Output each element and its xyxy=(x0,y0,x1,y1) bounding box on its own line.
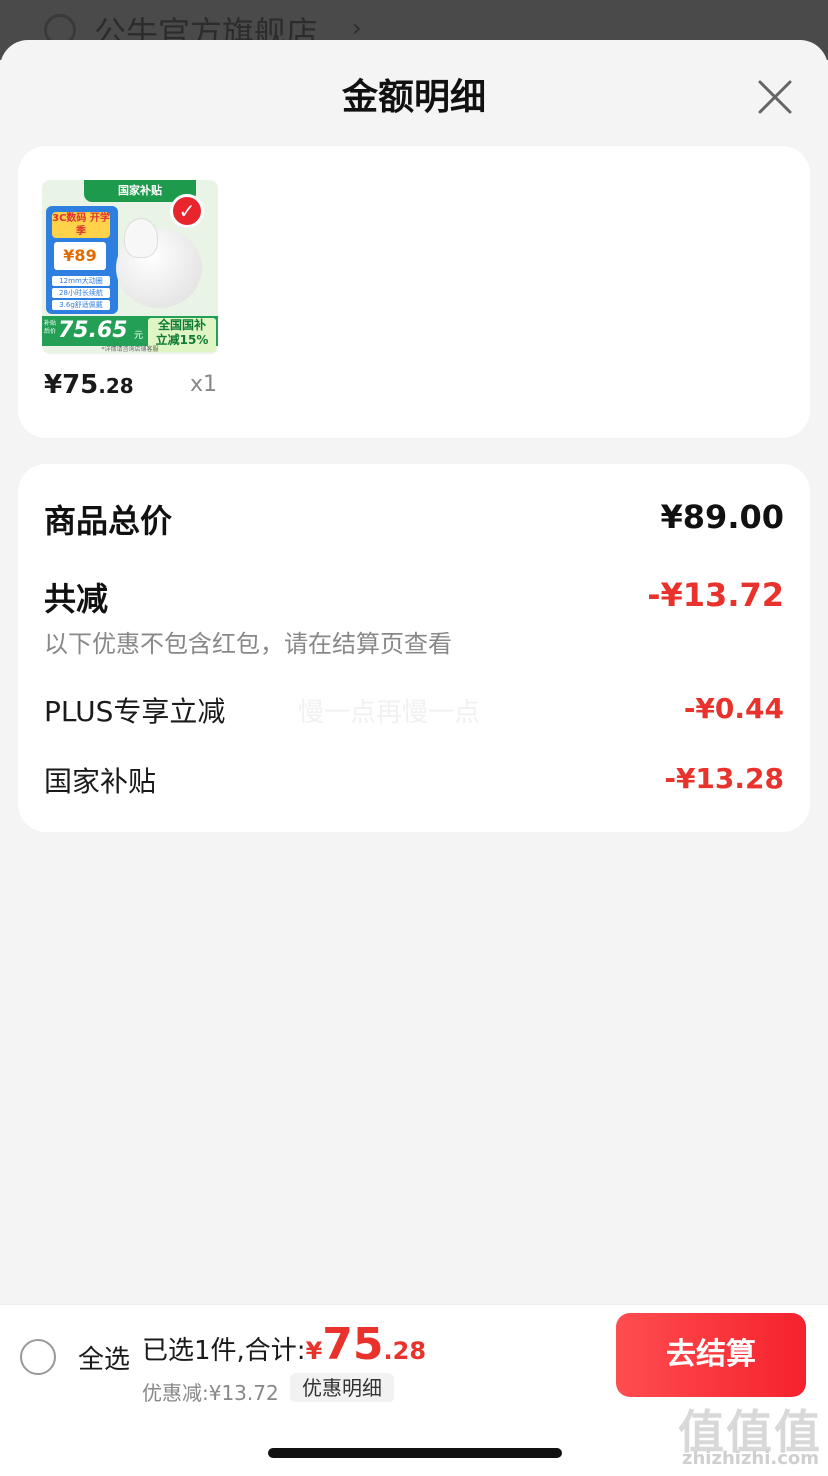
product-image[interactable]: 国家补贴 3C数码 开学季 ¥89 12mm大动圈 28小时长续航 3.6g舒适… xyxy=(42,180,218,354)
select-all-radio[interactable] xyxy=(20,1339,56,1375)
total-summary: 已选1件,合计:¥75.28 xyxy=(142,1319,426,1370)
discount-item-label: PLUS专享立减 xyxy=(44,695,226,728)
total-currency: ¥ xyxy=(305,1337,323,1365)
total-price-label: 商品总价 xyxy=(44,502,173,540)
product-card: 国家补贴 3C数码 开学季 ¥89 12mm大动圈 28小时长续航 3.6g舒适… xyxy=(18,146,810,438)
home-indicator[interactable] xyxy=(268,1448,562,1458)
promo-feature: 12mm大动圈 xyxy=(52,276,110,286)
site-watermark-url: zhizhizhi.com xyxy=(682,1448,820,1469)
subsidy-unit: 元 xyxy=(134,331,144,341)
subsidy-side-label: 补贴后价 xyxy=(44,320,57,335)
earbud-image xyxy=(124,218,158,258)
discount-detail-button[interactable]: 优惠明细 xyxy=(290,1373,394,1403)
product-quantity: x1 xyxy=(190,372,218,397)
total-reduce-label: 共减 xyxy=(44,580,109,618)
product-price: ¥75.28 xyxy=(44,370,134,400)
amount-detail-sheet: 金额明细 国家补贴 3C数码 开学季 ¥89 12mm大动圈 28小时长续航 3… xyxy=(0,40,828,1476)
product-price-main: ¥75 xyxy=(44,370,99,400)
subsidy-price: 75.65 xyxy=(58,318,128,343)
total-amount-integer: 75 xyxy=(322,1319,384,1370)
subsidy-label-line: 全国国补 xyxy=(157,318,206,332)
background-chevron-icon: › xyxy=(352,14,362,42)
discount-item-value: -¥0.44 xyxy=(683,692,784,725)
checkout-bar: 全选 已选1件,合计:¥75.28 优惠减:¥13.72 优惠明细 去结算 xyxy=(0,1304,828,1405)
image-footnote: *详情请咨询店铺客服 xyxy=(101,346,159,353)
discount-item-label: 国家补贴 xyxy=(44,765,157,798)
total-price-value: ¥89.00 xyxy=(660,498,784,536)
checkout-button[interactable]: 去结算 xyxy=(616,1313,806,1397)
promo-feature: 28小时长续航 xyxy=(52,288,110,298)
promo-feature: 3.6g舒适佩戴 xyxy=(52,300,110,310)
selected-check-icon[interactable]: ✓ xyxy=(170,194,204,228)
discount-item-value: -¥13.28 xyxy=(664,762,784,795)
sheet-title: 金额明细 xyxy=(341,77,486,118)
watermark-text: 慢一点再慢一点 xyxy=(298,698,481,728)
total-amount-decimal: .28 xyxy=(383,1337,427,1365)
close-icon[interactable] xyxy=(752,74,798,120)
site-watermark: 值值值 zhizhizhi.com xyxy=(678,1396,824,1472)
promo-tag: 3C数码 开学季 xyxy=(52,212,110,238)
price-summary-card: 商品总价 ¥89.00 共减 -¥13.72 以下优惠不包含红包，请在结算页查看… xyxy=(18,464,810,832)
product-price-decimal: .28 xyxy=(98,374,134,398)
selected-count-text: 已选1件,合计: xyxy=(142,1336,306,1366)
select-all-label[interactable]: 全选 xyxy=(78,1339,130,1376)
promo-price: ¥89 xyxy=(54,242,106,270)
discount-note: 以下优惠不包含红包，请在结算页查看 xyxy=(44,630,452,658)
total-reduce-value: -¥13.72 xyxy=(647,576,784,614)
